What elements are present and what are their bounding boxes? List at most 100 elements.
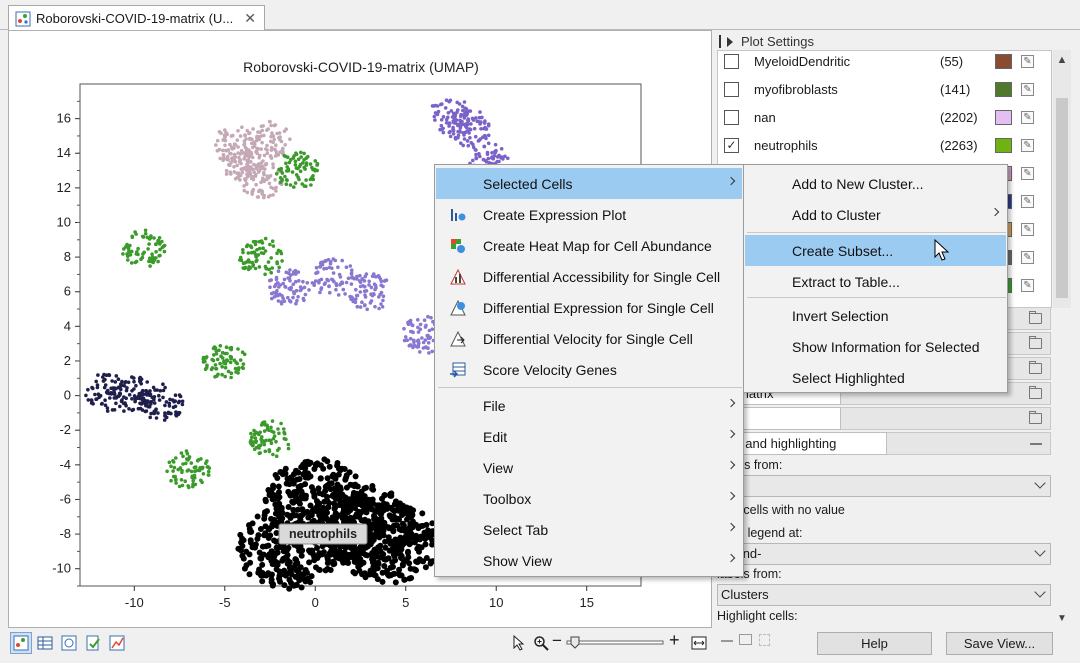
menu-item-show-information[interactable]: Show Information for Selected [745,331,1006,362]
menu-item-select-highlighted[interactable]: Select Highlighted [745,362,1006,393]
edit-icon[interactable]: ✎ [1021,110,1034,124]
plot-settings-header[interactable]: Plot Settings [719,34,814,49]
menu-item-diff-expression[interactable]: Differential Expression for Single Cell [436,292,742,323]
edit-icon[interactable]: ✎ [1021,82,1034,96]
tab-umap-plot[interactable]: Roborovski-COVID-19-matrix (U... ✕ [8,5,265,31]
data-point [261,439,265,443]
menu-item-show-view[interactable]: Show View [436,545,742,576]
folder-icon[interactable] [739,634,752,645]
x-tick-label: 15 [579,595,593,610]
legend-scrollbar[interactable]: ▲ [1053,50,1071,308]
data-point [225,157,229,161]
zoom-slider[interactable] [565,636,665,650]
menu-item-diff-accessibility[interactable]: Differential Accessibility for Single Ce… [436,261,742,292]
settings-scrollbar[interactable]: ▼ [1053,308,1071,628]
menu-item-diff-velocity[interactable]: Differential Velocity for Single Cell [436,323,742,354]
save-view-button[interactable]: Save View... [946,632,1053,655]
help-button[interactable]: Help [817,632,932,655]
legend-count: (2263) [940,137,978,153]
menu-item-label: Create Heat Map for Cell Abundance [483,237,712,254]
history-button[interactable] [58,632,80,654]
graph-button[interactable] [106,632,128,654]
labels-from-select[interactable]: Clusters [717,584,1051,606]
collapse-all-icon[interactable] [721,640,733,642]
legend-row-neutrophils[interactable]: ✓ neutrophils (2263) ✎ [718,131,1048,159]
menu-item-create-heat-map[interactable]: Create Heat Map for Cell Abundance [436,230,742,261]
data-point [268,139,273,144]
data-point [324,560,331,566]
menu-item-add-to-new-cluster[interactable]: Add to New Cluster... [745,168,1006,199]
data-point [309,183,313,187]
color-swatch[interactable] [995,137,1012,153]
scrollbar-thumb[interactable] [1056,98,1068,298]
menu-item-create-expression-plot[interactable]: Create Expression Plot [436,199,742,230]
legend-checkbox[interactable] [724,81,739,97]
color-swatch[interactable] [995,53,1012,69]
legend-at-select[interactable]: egend- [717,543,1051,565]
colors-from-select[interactable]: ers [717,475,1051,497]
data-point [228,151,232,155]
legend-row-nan[interactable]: nan (2202) ✎ [718,103,1048,131]
menu-item-invert-selection[interactable]: Invert Selection [745,300,1006,331]
edit-icon[interactable]: ✎ [1021,222,1034,236]
folder-icon[interactable] [1029,411,1042,424]
pin-icon[interactable] [759,634,770,646]
menu-item-toolbox[interactable]: Toolbox [436,483,742,514]
menu-item-view[interactable]: View [436,452,742,483]
pointer-tool-button[interactable] [508,632,530,654]
scroll-up-icon[interactable]: ▲ [1053,54,1071,66]
data-point [302,567,309,573]
collapse-panel-icon[interactable] [719,35,721,48]
legend-row-myeloiddendritic[interactable]: MyeloidDendritic (55) ✎ [718,51,1048,75]
color-swatch[interactable] [995,81,1012,97]
scroll-down-icon[interactable]: ▼ [1057,613,1067,624]
data-point [107,373,112,378]
menu-item-label: Create Expression Plot [483,206,627,223]
zoom-out-icon[interactable]: − [552,631,562,651]
zoom-tool-button[interactable] [530,632,552,654]
edit-icon[interactable]: ✎ [1021,166,1034,180]
section-row-coloring[interactable]: ring and highlighting [717,432,1051,455]
data-point [334,283,339,288]
menu-item-label: Show Information for Selected [792,338,980,355]
folder-icon[interactable] [1029,361,1042,374]
collapse-icon[interactable] [1030,443,1042,445]
legend-checkbox[interactable] [724,109,739,125]
menu-item-select-tab[interactable]: Select Tab [436,514,742,545]
menu-item-edit[interactable]: Edit [436,421,742,452]
menu-item-extract-to-table[interactable]: Extract to Table... [745,266,1006,297]
data-point [256,130,260,134]
folder-icon[interactable] [1029,386,1042,399]
zoom-in-icon[interactable]: + [669,630,680,651]
data-point [263,249,268,253]
plot-view-button[interactable] [10,632,32,654]
table-view-button[interactable] [34,632,56,654]
data-point [313,167,317,172]
data-point [447,130,452,135]
legend-row-myofibroblasts[interactable]: myofibroblasts (141) ✎ [718,75,1048,103]
edit-icon[interactable]: ✎ [1021,54,1034,68]
menu-item-create-subset[interactable]: Create Subset... [745,235,1006,266]
data-point [165,469,169,474]
legend-checkbox[interactable] [724,53,739,69]
edit-icon[interactable]: ✎ [1021,250,1034,264]
folder-icon[interactable] [1029,311,1042,324]
menu-item-add-to-cluster[interactable]: Add to Cluster [745,199,1006,230]
section-row-sample[interactable]: ple [717,407,1051,430]
menu-item-selected-cells[interactable]: Selected Cells [436,168,742,199]
data-point [254,172,258,177]
edit-icon[interactable]: ✎ [1021,194,1034,208]
folder-icon[interactable] [1029,336,1042,349]
fit-button[interactable] [688,632,710,654]
report-button[interactable] [82,632,104,654]
x-tick-label: 0 [312,595,319,610]
data-point [259,180,263,185]
color-swatch[interactable] [995,109,1012,125]
legend-checkbox[interactable]: ✓ [724,137,739,153]
close-icon[interactable]: ✕ [244,10,256,27]
menu-item-file[interactable]: File [436,390,742,421]
data-point [244,167,248,172]
menu-item-score-velocity[interactable]: Score Velocity Genes [436,354,742,385]
edit-icon[interactable]: ✎ [1021,278,1034,292]
edit-icon[interactable]: ✎ [1021,138,1034,152]
